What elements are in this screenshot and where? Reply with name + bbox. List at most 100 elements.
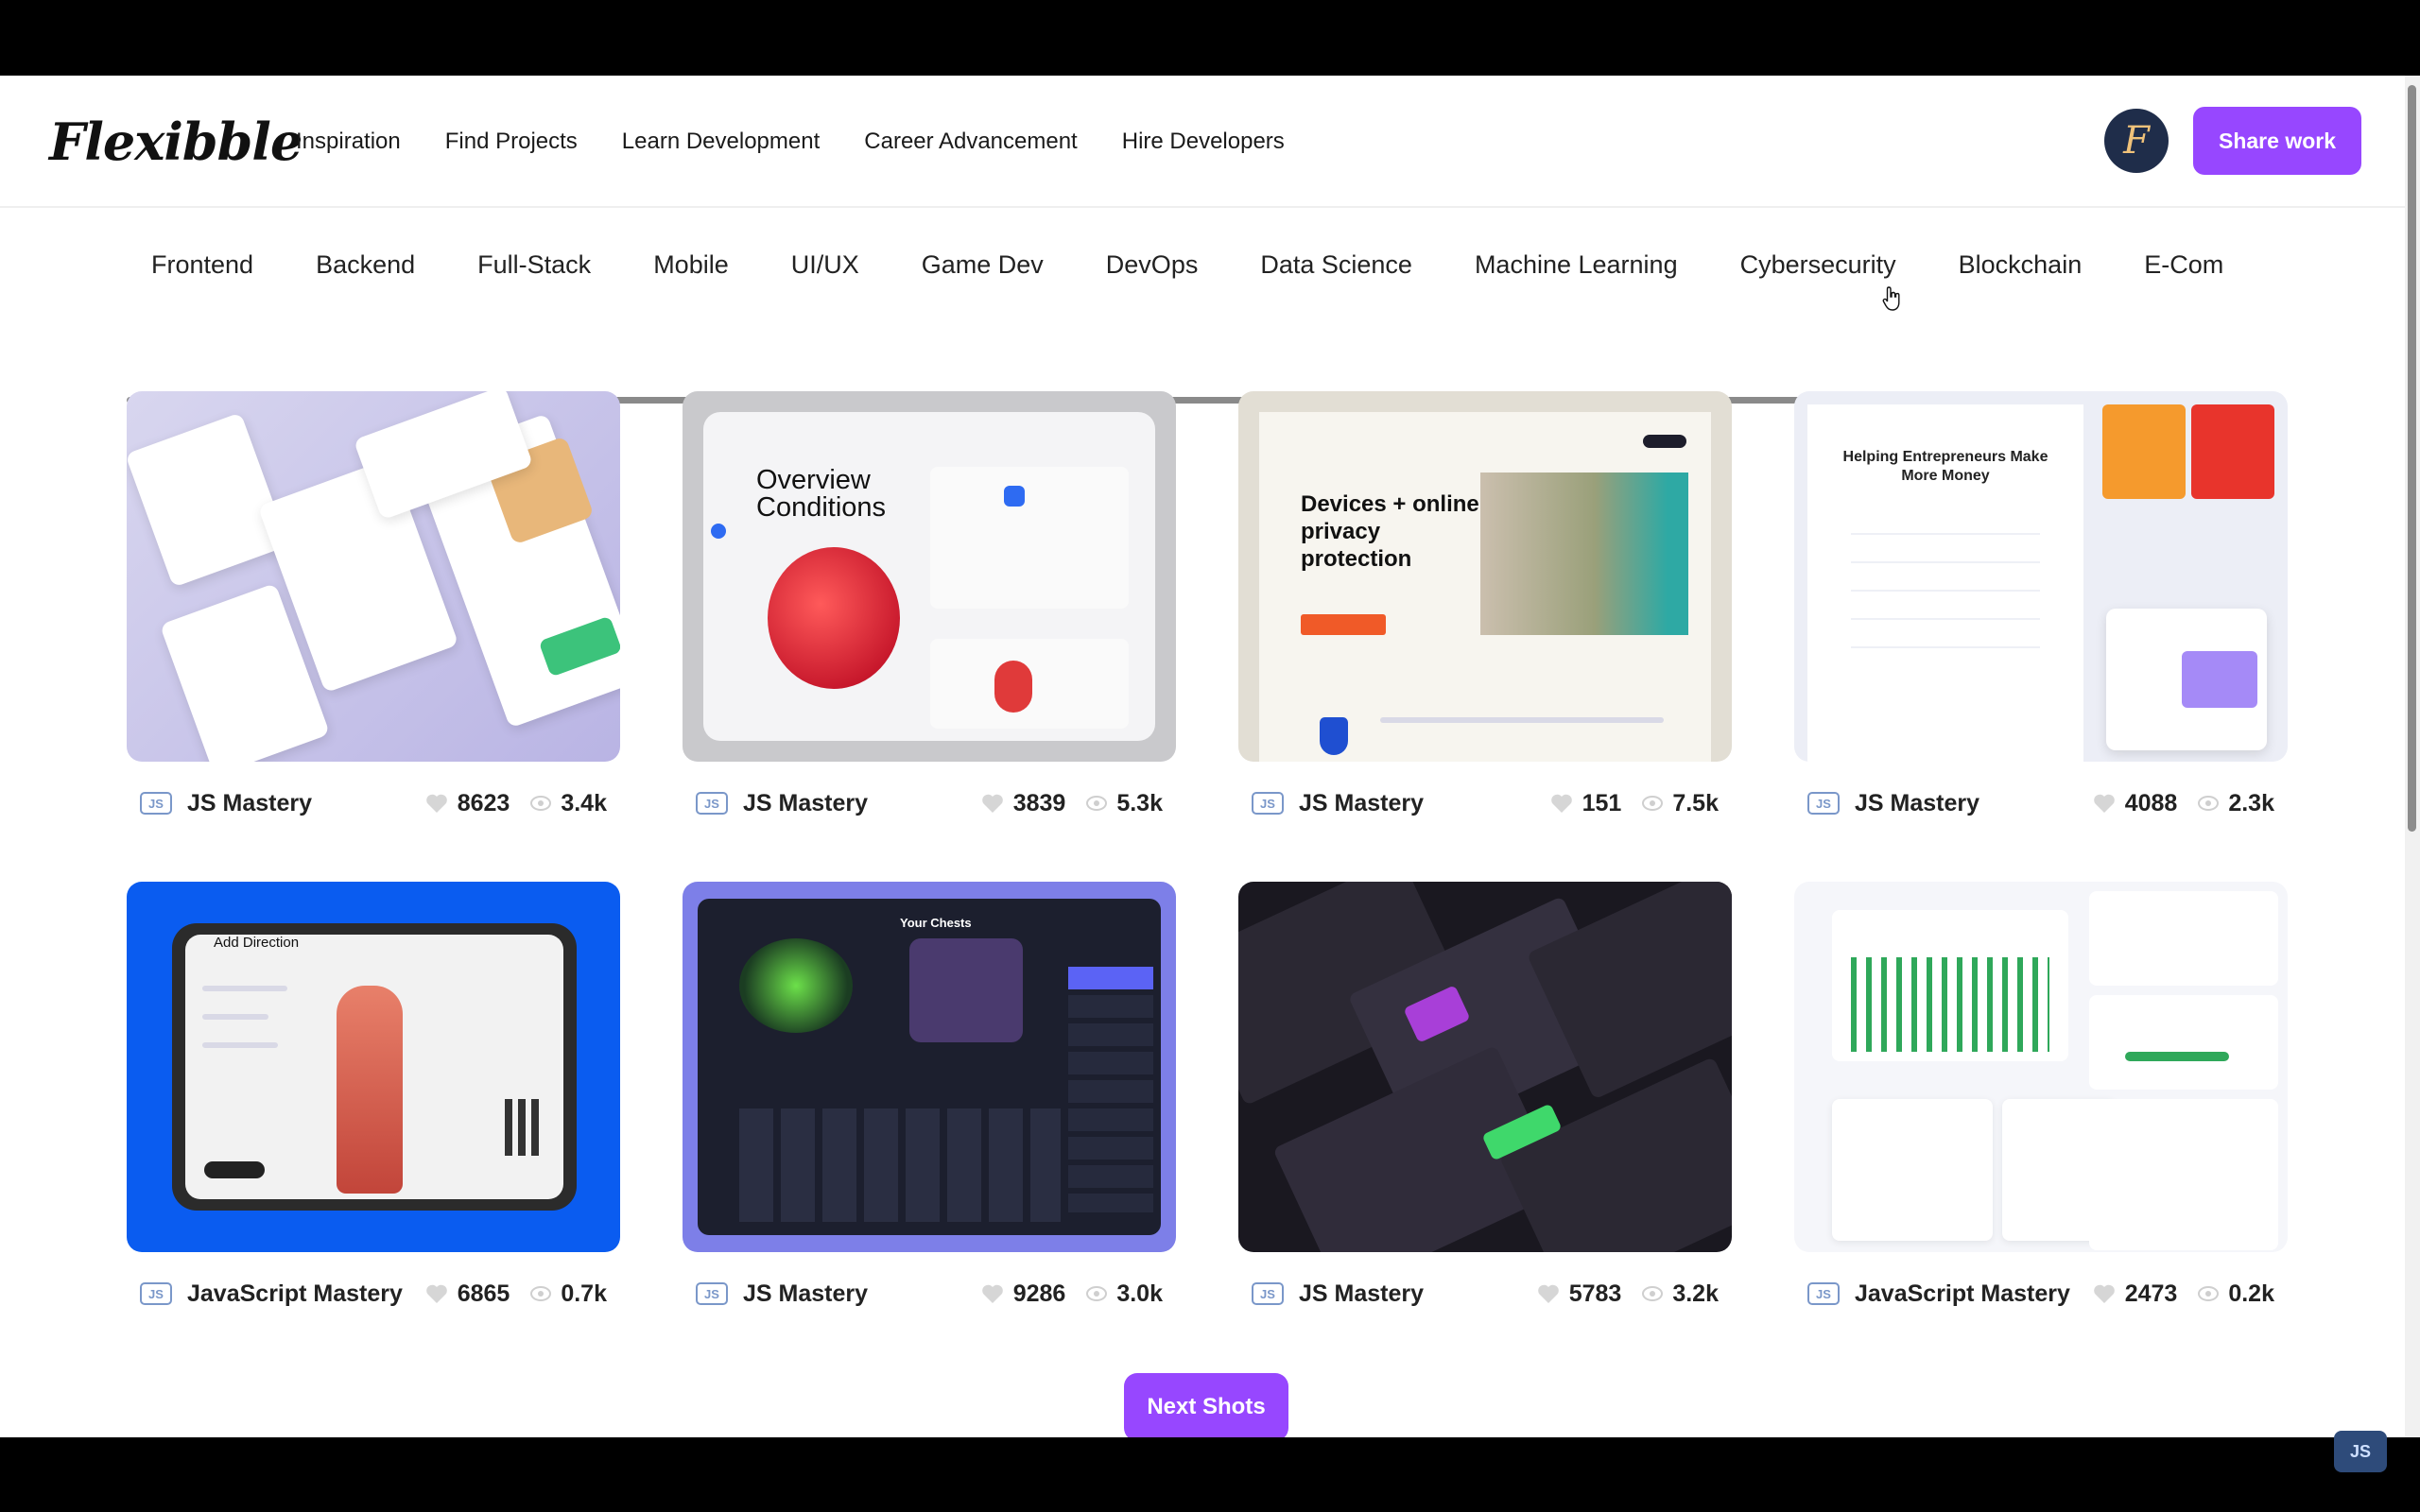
nav-link-career-advancement[interactable]: Career Advancement: [864, 129, 1077, 155]
page-scrollbar[interactable]: [2405, 76, 2420, 1437]
category-cybersecurity[interactable]: Cybersecurity: [1740, 250, 1896, 280]
view-count: 3.4k: [561, 789, 607, 816]
heart-icon[interactable]: [425, 793, 448, 814]
heart-icon[interactable]: [981, 1283, 1004, 1304]
view-count: 0.7k: [561, 1280, 607, 1307]
heart-icon[interactable]: [2093, 1283, 2116, 1304]
page-scrollbar-thumb[interactable]: [2408, 85, 2416, 832]
author-name[interactable]: JS Mastery: [1855, 790, 1979, 817]
author-name[interactable]: JavaScript Mastery: [187, 1280, 403, 1308]
category-frontend[interactable]: Frontend: [151, 250, 253, 280]
eye-icon: [1642, 796, 1664, 811]
view-count: 3.2k: [1672, 1280, 1719, 1307]
avatar[interactable]: F: [2104, 109, 2169, 173]
nav-link-find-projects[interactable]: Find Projects: [445, 129, 578, 155]
eye-icon: [2198, 1286, 2220, 1301]
project-card[interactable]: Add Direction JS JavaScript Mastery 6865…: [127, 882, 620, 1322]
nav-link-hire-developers[interactable]: Hire Developers: [1122, 129, 1285, 155]
category-devops[interactable]: DevOps: [1106, 250, 1199, 280]
heart-icon[interactable]: [425, 1283, 448, 1304]
author-name[interactable]: JS Mastery: [743, 1280, 868, 1308]
nav-link-learn-development[interactable]: Learn Development: [622, 129, 820, 155]
like-count: 2473: [2124, 1280, 2178, 1307]
project-card[interactable]: JS JavaScript Mastery 2473 0.2k: [1794, 882, 2288, 1322]
eye-icon: [530, 1286, 552, 1301]
js-mastery-logo-icon: JS: [140, 792, 172, 815]
project-thumbnail[interactable]: [1794, 882, 2288, 1252]
project-thumbnail[interactable]: Helping Entrepreneurs Make More Money: [1794, 391, 2288, 762]
eye-icon: [530, 796, 552, 811]
category-filter: Frontend Backend Full-Stack Mobile UI/UX…: [127, 208, 2284, 406]
js-mastery-logo-icon: JS: [140, 1282, 172, 1305]
category-data-science[interactable]: Data Science: [1260, 250, 1412, 280]
category-backend[interactable]: Backend: [316, 250, 415, 280]
like-count: 9286: [1012, 1280, 1066, 1307]
eye-icon: [2198, 796, 2220, 811]
heart-icon[interactable]: [1550, 793, 1573, 814]
project-card[interactable]: JS JS Mastery 5783 3.2k: [1238, 882, 1732, 1322]
next-shots-button[interactable]: Next Shots: [1124, 1373, 1288, 1437]
thumbnail-title: Devices + online privacy protection: [1301, 491, 1479, 572]
thumbnail-title: Add Direction: [214, 935, 300, 951]
js-mastery-logo-icon: JS: [1807, 792, 1840, 815]
category-list: Frontend Backend Full-Stack Mobile UI/UX…: [151, 208, 2223, 321]
project-thumbnail[interactable]: Overview Conditions: [683, 391, 1176, 762]
js-mastery-watermark-icon: JS: [2334, 1431, 2387, 1472]
project-card[interactable]: Helping Entrepreneurs Make More Money JS…: [1794, 391, 2288, 832]
project-thumbnail[interactable]: [127, 391, 620, 762]
like-count: 5783: [1568, 1280, 1622, 1307]
category-game-dev[interactable]: Game Dev: [922, 250, 1044, 280]
share-work-button[interactable]: Share work: [2193, 107, 2361, 175]
logo[interactable]: Flexibble: [49, 112, 302, 172]
thumbnail-title: Your Chests: [900, 916, 972, 930]
category-e-com[interactable]: E-Com: [2144, 250, 2223, 280]
js-mastery-logo-icon: JS: [696, 1282, 728, 1305]
main-nav: Inspiration Find Projects Learn Developm…: [296, 76, 1285, 208]
view-count: 7.5k: [1672, 789, 1719, 816]
project-thumbnail[interactable]: Add Direction: [127, 882, 620, 1252]
thumbnail-title: Overview Conditions: [756, 465, 887, 523]
js-mastery-logo-icon: JS: [1807, 1282, 1840, 1305]
category-mobile[interactable]: Mobile: [653, 250, 729, 280]
js-mastery-logo-icon: JS: [1252, 792, 1284, 815]
video-letterbox-bottom: [0, 1437, 2420, 1512]
view-count: 2.3k: [2228, 789, 2274, 816]
project-thumbnail[interactable]: [1238, 882, 1732, 1252]
js-mastery-logo-icon: JS: [1252, 1282, 1284, 1305]
heart-icon[interactable]: [2093, 793, 2116, 814]
navbar: Flexibble Inspiration Find Projects Lear…: [0, 76, 2405, 208]
nav-link-inspiration[interactable]: Inspiration: [296, 129, 401, 155]
author-name[interactable]: JavaScript Mastery: [1855, 1280, 2070, 1308]
eye-icon: [1086, 1286, 1108, 1301]
category-machine-learning[interactable]: Machine Learning: [1475, 250, 1678, 280]
project-card[interactable]: Overview Conditions JS JS Mastery 3839 5…: [683, 391, 1176, 832]
like-count: 4088: [2124, 789, 2178, 816]
like-count: 3839: [1012, 789, 1066, 816]
heart-icon[interactable]: [1537, 1283, 1560, 1304]
project-card[interactable]: Your Chests JS JS Mastery 9286 3.0k: [683, 882, 1176, 1322]
project-card[interactable]: JS JS Mastery 8623 3.4k: [127, 391, 620, 832]
eye-icon: [1086, 796, 1108, 811]
category-blockchain[interactable]: Blockchain: [1959, 250, 2083, 280]
js-mastery-logo-icon: JS: [696, 792, 728, 815]
author-name[interactable]: JS Mastery: [743, 790, 868, 817]
thumbnail-title: Helping Entrepreneurs Make More Money: [1842, 449, 2048, 484]
author-name[interactable]: JS Mastery: [1299, 1280, 1424, 1308]
view-count: 5.3k: [1116, 789, 1163, 816]
author-name[interactable]: JS Mastery: [187, 790, 312, 817]
view-count: 3.0k: [1116, 1280, 1163, 1307]
video-letterbox-top: [0, 0, 2420, 76]
like-count: 8623: [457, 789, 510, 816]
heart-icon[interactable]: [981, 793, 1004, 814]
project-thumbnail[interactable]: Your Chests: [683, 882, 1176, 1252]
hand-pointer-icon: [1882, 286, 1900, 311]
eye-icon: [1642, 1286, 1664, 1301]
category-full-stack[interactable]: Full-Stack: [477, 250, 591, 280]
project-card[interactable]: Devices + online privacy protection JS J…: [1238, 391, 1732, 832]
like-count: 151: [1582, 789, 1622, 816]
category-ui-ux[interactable]: UI/UX: [791, 250, 859, 280]
author-name[interactable]: JS Mastery: [1299, 790, 1424, 817]
page: Flexibble Inspiration Find Projects Lear…: [0, 76, 2405, 1437]
like-count: 6865: [457, 1280, 510, 1307]
project-thumbnail[interactable]: Devices + online privacy protection: [1238, 391, 1732, 762]
